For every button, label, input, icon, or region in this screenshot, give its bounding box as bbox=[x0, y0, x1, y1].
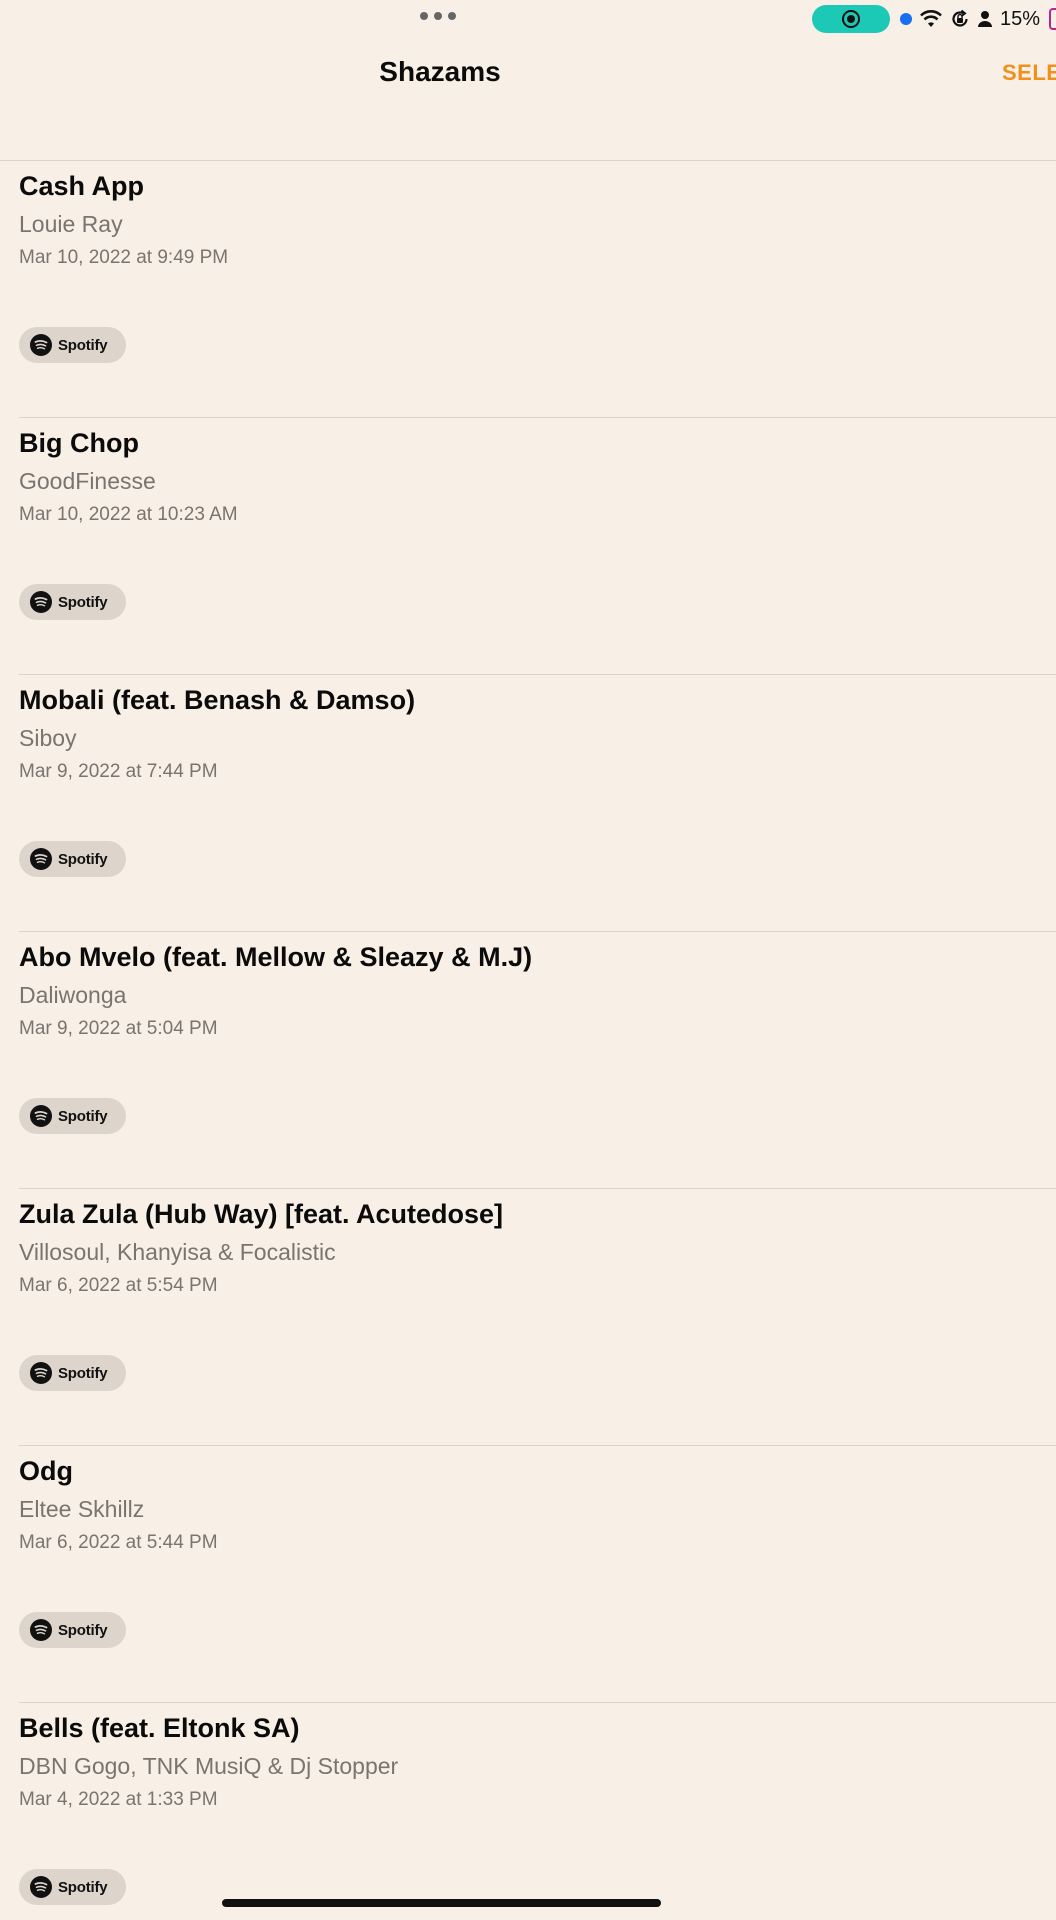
home-indicator[interactable] bbox=[222, 1899, 661, 1907]
screen-record-icon[interactable] bbox=[812, 5, 890, 33]
song-artist: Eltee Skhillz bbox=[19, 1496, 145, 1522]
song-artist: Siboy bbox=[19, 725, 77, 751]
orientation-lock-icon bbox=[952, 9, 968, 27]
song-title: Cash App bbox=[19, 171, 145, 201]
song-artist: Villosoul, Khanyisa & Focalistic bbox=[19, 1239, 336, 1265]
wifi-icon bbox=[920, 10, 942, 27]
spotify-button[interactable]: Spotify bbox=[19, 1355, 126, 1391]
song-artist: DBN Gogo, TNK MusiQ & Dj Stopper bbox=[19, 1753, 399, 1779]
list-item[interactable]: Mobali (feat. Benash & Damso) Siboy Mar … bbox=[0, 675, 1056, 932]
shazam-list: Cash App Louie Ray Mar 10, 2022 at 9:49 … bbox=[0, 161, 1056, 1920]
spotify-button[interactable]: Spotify bbox=[19, 1612, 126, 1648]
shazam-library-screen: 15% Shazams SELE Cash App Louie Ray Mar … bbox=[0, 0, 1056, 1920]
song-artist: Louie Ray bbox=[19, 211, 123, 237]
song-date: Mar 10, 2022 at 10:23 AM bbox=[19, 504, 238, 525]
select-button[interactable]: SELE bbox=[1002, 60, 1056, 86]
song-artist: GoodFinesse bbox=[19, 468, 156, 494]
battery-icon bbox=[1049, 8, 1056, 30]
spotify-button[interactable]: Spotify bbox=[19, 1869, 126, 1905]
page-title: Shazams bbox=[379, 56, 501, 87]
spotify-icon bbox=[30, 334, 52, 356]
list-item[interactable]: Cash App Louie Ray Mar 10, 2022 at 9:49 … bbox=[0, 161, 1056, 418]
status-icons: 15% bbox=[900, 7, 1056, 31]
ellipsis-icon[interactable] bbox=[420, 12, 456, 20]
list-item[interactable]: Abo Mvelo (feat. Mellow & Sleazy & M.J) … bbox=[0, 932, 1056, 1189]
list-item[interactable]: Bells (feat. Eltonk SA) DBN Gogo, TNK Mu… bbox=[0, 1703, 1056, 1920]
spotify-label: Spotify bbox=[58, 1878, 108, 1896]
spotify-icon bbox=[30, 1876, 52, 1898]
spotify-icon bbox=[30, 1619, 52, 1641]
song-title: Odg bbox=[19, 1456, 73, 1486]
song-date: Mar 9, 2022 at 7:44 PM bbox=[19, 761, 218, 782]
spotify-icon bbox=[30, 591, 52, 613]
list-item[interactable]: Big Chop GoodFinesse Mar 10, 2022 at 10:… bbox=[0, 418, 1056, 675]
song-date: Mar 6, 2022 at 5:54 PM bbox=[19, 1275, 218, 1296]
spotify-label: Spotify bbox=[58, 1621, 108, 1639]
spotify-label: Spotify bbox=[58, 1364, 108, 1382]
song-title: Mobali (feat. Benash & Damso) bbox=[19, 685, 416, 715]
spotify-label: Spotify bbox=[58, 850, 108, 868]
spotify-button[interactable]: Spotify bbox=[19, 584, 126, 620]
song-title: Big Chop bbox=[19, 428, 139, 458]
spotify-label: Spotify bbox=[58, 593, 108, 611]
spotify-icon bbox=[30, 1105, 52, 1127]
song-title: Bells (feat. Eltonk SA) bbox=[19, 1713, 300, 1743]
spotify-button[interactable]: Spotify bbox=[19, 327, 126, 363]
spotify-button[interactable]: Spotify bbox=[19, 841, 126, 877]
list-item[interactable]: Odg Eltee Skhillz Mar 6, 2022 at 5:44 PM… bbox=[0, 1446, 1056, 1703]
song-title: Zula Zula (Hub Way) [feat. Acutedose] bbox=[19, 1199, 504, 1229]
spotify-button[interactable]: Spotify bbox=[19, 1098, 126, 1134]
song-date: Mar 6, 2022 at 5:44 PM bbox=[19, 1532, 218, 1553]
song-date: Mar 4, 2022 at 1:33 PM bbox=[19, 1789, 218, 1810]
song-date: Mar 10, 2022 at 9:49 PM bbox=[19, 247, 229, 268]
spotify-label: Spotify bbox=[58, 1107, 108, 1125]
battery-percent: 15% bbox=[1000, 7, 1041, 30]
song-title: Abo Mvelo (feat. Mellow & Sleazy & M.J) bbox=[19, 942, 533, 972]
spotify-icon bbox=[30, 848, 52, 870]
camera-indicator-icon bbox=[900, 13, 912, 25]
song-artist: Daliwonga bbox=[19, 982, 127, 1008]
spotify-icon bbox=[30, 1362, 52, 1384]
person-icon bbox=[978, 11, 992, 27]
spotify-label: Spotify bbox=[58, 336, 108, 354]
list-item[interactable]: Zula Zula (Hub Way) [feat. Acutedose] Vi… bbox=[0, 1189, 1056, 1446]
song-date: Mar 9, 2022 at 5:04 PM bbox=[19, 1018, 218, 1039]
status-bar: 15% bbox=[0, 0, 1056, 40]
